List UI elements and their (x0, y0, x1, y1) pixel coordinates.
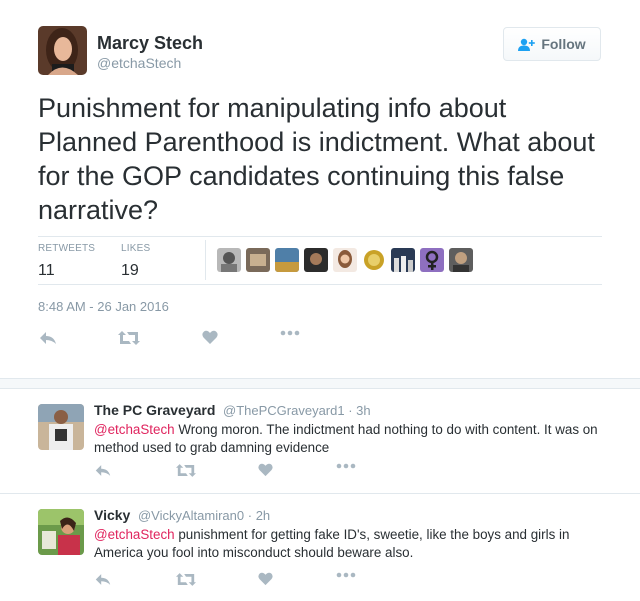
follow-user-icon (518, 38, 536, 51)
reply-header: The PC Graveyard @ThePCGraveyard1 · 3h (94, 402, 371, 418)
reply-actions (94, 463, 364, 483)
avatar[interactable] (38, 26, 87, 75)
mention-link[interactable]: @etchaStech (94, 527, 175, 542)
reply-icon[interactable] (38, 330, 58, 346)
liker-avatar[interactable] (362, 248, 386, 272)
reply-author-handle[interactable]: @ThePCGraveyard1 (223, 403, 345, 418)
liker-avatar[interactable] (217, 248, 241, 272)
reply-tweet: The PC Graveyard @ThePCGraveyard1 · 3h @… (0, 389, 640, 494)
liker-avatar[interactable] (275, 248, 299, 272)
liker-avatar[interactable] (449, 248, 473, 272)
heart-icon[interactable] (258, 572, 273, 586)
retweets-label: RETWEETS (38, 243, 96, 254)
divider (205, 240, 206, 280)
reply-time[interactable]: · 2h (248, 508, 270, 523)
main-tweet: Marcy Stech @etchaStech Follow Punishmen… (0, 0, 640, 378)
author-name[interactable]: Marcy Stech (97, 33, 203, 54)
follow-label: Follow (541, 36, 586, 52)
liker-avatar[interactable] (246, 248, 270, 272)
liker-avatar[interactable] (420, 248, 444, 272)
likers-avatars (217, 248, 473, 272)
reply-actions (94, 572, 364, 592)
avatar[interactable] (38, 509, 84, 555)
liker-avatar[interactable] (391, 248, 415, 272)
avatar[interactable] (38, 404, 84, 450)
divider (38, 284, 602, 285)
retweets-count: 11 (38, 262, 55, 279)
tweet-timestamp[interactable]: 8:48 AM - 26 Jan 2016 (38, 299, 169, 314)
reply-author-name[interactable]: Vicky (94, 507, 130, 523)
liker-avatar[interactable] (333, 248, 357, 272)
more-icon[interactable] (280, 330, 300, 336)
retweets-stat[interactable]: RETWEETS 11 (38, 243, 95, 280)
retweet-icon[interactable] (118, 330, 140, 346)
tweet-actions (38, 330, 338, 350)
likes-count: 19 (121, 262, 139, 279)
reply-icon[interactable] (94, 463, 112, 478)
more-icon[interactable] (336, 463, 356, 469)
reply-header: Vicky @VickyAltamiran0 · 2h (94, 507, 270, 523)
author-handle[interactable]: @etchaStech (97, 55, 181, 71)
reply-text: @etchaStech Wrong moron. The indictment … (94, 421, 614, 457)
divider (38, 236, 602, 237)
mention-link[interactable]: @etchaStech (94, 422, 175, 437)
reply-tweet: Vicky @VickyAltamiran0 · 2h @etchaStech … (0, 494, 640, 601)
reply-text: @etchaStech punishment for getting fake … (94, 526, 614, 562)
follow-button[interactable]: Follow (503, 27, 601, 61)
reply-time[interactable]: · 3h (348, 403, 370, 418)
likes-stat[interactable]: LIKES 19 (121, 243, 150, 280)
liker-avatar[interactable] (304, 248, 328, 272)
heart-icon[interactable] (258, 463, 273, 477)
reply-author-name[interactable]: The PC Graveyard (94, 402, 215, 418)
tweet-text: Punishment for manipulating info about P… (38, 93, 595, 225)
section-separator (0, 378, 640, 389)
more-icon[interactable] (336, 572, 356, 578)
retweet-icon[interactable] (176, 572, 196, 587)
retweet-icon[interactable] (176, 463, 196, 478)
heart-icon[interactable] (202, 330, 218, 345)
reply-author-handle[interactable]: @VickyAltamiran0 (138, 508, 244, 523)
likes-label: LIKES (121, 243, 151, 254)
reply-icon[interactable] (94, 572, 112, 587)
